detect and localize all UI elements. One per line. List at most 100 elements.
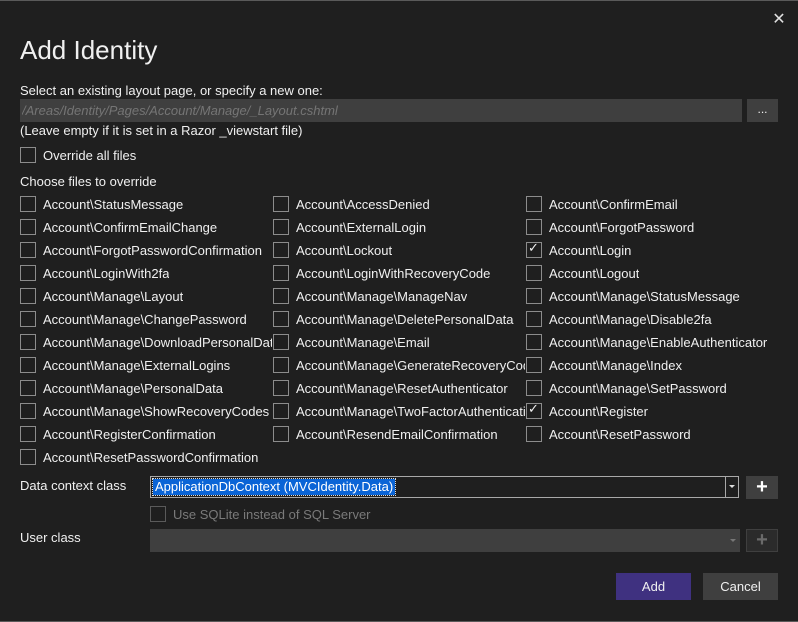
- file-checkbox[interactable]: Account\Manage\EnableAuthenticator: [526, 334, 778, 350]
- checkbox-box[interactable]: [526, 357, 542, 373]
- dropdown-arrow[interactable]: [725, 477, 738, 497]
- checkbox-box[interactable]: [273, 196, 289, 212]
- checkbox-box[interactable]: [273, 242, 289, 258]
- data-context-value: ApplicationDbContext (MVCIdentity.Data): [151, 478, 397, 496]
- file-checkbox[interactable]: Account\Manage\DeletePersonalData: [273, 311, 525, 327]
- checkbox-box[interactable]: [20, 219, 36, 235]
- file-checkbox[interactable]: Account\Manage\ManageNav: [273, 288, 525, 304]
- file-checkbox[interactable]: ✓ Account\Register: [526, 403, 778, 419]
- file-checkbox[interactable]: ✓ Account\Login: [526, 242, 778, 258]
- file-checkbox[interactable]: Account\StatusMessage: [20, 196, 272, 212]
- file-checkbox[interactable]: Account\Manage\ExternalLogins: [20, 357, 272, 373]
- checkbox-box[interactable]: [273, 380, 289, 396]
- cancel-button[interactable]: Cancel: [703, 573, 778, 600]
- user-class-select[interactable]: [150, 529, 740, 552]
- checkbox-box[interactable]: [20, 357, 36, 373]
- file-checkbox[interactable]: Account\ExternalLogin: [273, 219, 525, 235]
- add-data-context-button[interactable]: +: [746, 476, 778, 499]
- checkbox-box[interactable]: [273, 288, 289, 304]
- checkbox-box[interactable]: [273, 334, 289, 350]
- file-label: Account\Register: [549, 403, 648, 419]
- file-checkbox[interactable]: Account\LoginWithRecoveryCode: [273, 265, 525, 281]
- file-checkbox[interactable]: Account\Manage\ResetAuthenticator: [273, 380, 525, 396]
- checkbox-box[interactable]: [526, 426, 542, 442]
- checkbox-box[interactable]: [273, 311, 289, 327]
- checkbox-box[interactable]: [20, 334, 36, 350]
- file-checkbox[interactable]: Account\Manage\TwoFactorAuthentication: [273, 403, 525, 419]
- file-label: Account\Manage\ShowRecoveryCodes: [43, 403, 270, 419]
- file-label: Account\ConfirmEmailChange: [43, 219, 218, 235]
- checkbox-box[interactable]: [526, 311, 542, 327]
- checkmark-icon: ✓: [528, 242, 539, 255]
- file-label: Account\ResendEmailConfirmation: [296, 426, 498, 442]
- file-label: Account\Manage\EnableAuthenticator: [549, 334, 768, 350]
- checkbox-box[interactable]: [526, 265, 542, 281]
- file-checkbox[interactable]: Account\Manage\Index: [526, 357, 778, 373]
- add-button[interactable]: Add: [616, 573, 691, 600]
- layout-page-input[interactable]: [20, 99, 742, 122]
- file-checkbox[interactable]: Account\ResendEmailConfirmation: [273, 426, 525, 442]
- checkbox-box[interactable]: [526, 196, 542, 212]
- checkbox-box[interactable]: ✓: [526, 403, 542, 419]
- file-checkbox[interactable]: Account\ForgotPasswordConfirmation: [20, 242, 272, 258]
- file-label: Account\LoginWith2fa: [43, 265, 170, 281]
- checkbox-box[interactable]: [526, 288, 542, 304]
- file-label: Account\Manage\GenerateRecoveryCodes: [296, 357, 525, 373]
- file-label: Account\Lockout: [296, 242, 393, 258]
- file-checkbox[interactable]: Account\Manage\Email: [273, 334, 525, 350]
- checkbox-box[interactable]: [20, 242, 36, 258]
- file-checkbox[interactable]: Account\AccessDenied: [273, 196, 525, 212]
- file-checkbox[interactable]: Account\RegisterConfirmation: [20, 426, 272, 442]
- file-checkbox[interactable]: Account\LoginWith2fa: [20, 265, 272, 281]
- checkbox-box[interactable]: [526, 334, 542, 350]
- checkbox-box[interactable]: [273, 357, 289, 373]
- file-checkbox[interactable]: Account\Lockout: [273, 242, 525, 258]
- checkbox-box[interactable]: ✓: [526, 242, 542, 258]
- checkmark-icon: ✓: [528, 403, 539, 416]
- file-label: Account\ExternalLogin: [296, 219, 427, 235]
- checkbox-box[interactable]: [20, 288, 36, 304]
- checkbox-box[interactable]: [20, 265, 36, 281]
- checkbox-box[interactable]: [273, 219, 289, 235]
- checkbox-box[interactable]: [150, 506, 166, 522]
- file-label: Account\Manage\DeletePersonalData: [296, 311, 514, 327]
- checkbox-box[interactable]: [526, 380, 542, 396]
- file-label: Account\Manage\Disable2fa: [549, 311, 712, 327]
- file-checkbox[interactable]: Account\ForgotPassword: [526, 219, 778, 235]
- file-checkbox[interactable]: Account\ConfirmEmailChange: [20, 219, 272, 235]
- checkbox-box[interactable]: [20, 426, 36, 442]
- file-checkbox[interactable]: Account\ResetPassword: [526, 426, 778, 442]
- checkbox-box[interactable]: [526, 219, 542, 235]
- checkbox-box[interactable]: [20, 147, 36, 163]
- data-context-select[interactable]: ApplicationDbContext (MVCIdentity.Data): [150, 476, 739, 498]
- file-checkbox[interactable]: Account\Logout: [526, 265, 778, 281]
- browse-button[interactable]: ...: [747, 99, 778, 122]
- file-checkbox[interactable]: Account\Manage\PersonalData: [20, 380, 272, 396]
- close-icon[interactable]: ✕: [770, 11, 788, 29]
- checkbox-box[interactable]: [20, 449, 36, 465]
- override-all-label: Override all files: [43, 147, 137, 163]
- window-top-border: [0, 0, 798, 1]
- file-checkbox[interactable]: Account\Manage\Disable2fa: [526, 311, 778, 327]
- file-label: Account\ForgotPasswordConfirmation: [43, 242, 262, 258]
- file-checkbox[interactable]: Account\Manage\GenerateRecoveryCodes: [273, 357, 525, 373]
- checkbox-box[interactable]: [20, 403, 36, 419]
- file-checkbox[interactable]: Account\Manage\DownloadPersonalData: [20, 334, 272, 350]
- file-label: Account\Manage\Layout: [43, 288, 184, 304]
- file-checkbox[interactable]: Account\Manage\SetPassword: [526, 380, 778, 396]
- file-checkbox[interactable]: Account\Manage\StatusMessage: [526, 288, 778, 304]
- file-checkbox[interactable]: Account\Manage\ShowRecoveryCodes: [20, 403, 272, 419]
- checkbox-box[interactable]: [20, 311, 36, 327]
- file-checkbox[interactable]: Account\ResetPasswordConfirmation: [20, 449, 272, 465]
- checkbox-box[interactable]: [273, 403, 289, 419]
- checkbox-box[interactable]: [20, 380, 36, 396]
- override-all-checkbox[interactable]: Override all files: [20, 147, 136, 163]
- checkbox-box[interactable]: [273, 426, 289, 442]
- file-checkbox[interactable]: Account\ConfirmEmail: [526, 196, 778, 212]
- checkbox-box[interactable]: [273, 265, 289, 281]
- file-checkbox[interactable]: Account\Manage\ChangePassword: [20, 311, 272, 327]
- file-label: Account\Manage\ChangePassword: [43, 311, 247, 327]
- checkbox-box[interactable]: [20, 196, 36, 212]
- file-checkbox[interactable]: Account\Manage\Layout: [20, 288, 272, 304]
- use-sqlite-checkbox[interactable]: Use SQLite instead of SQL Server: [150, 506, 371, 522]
